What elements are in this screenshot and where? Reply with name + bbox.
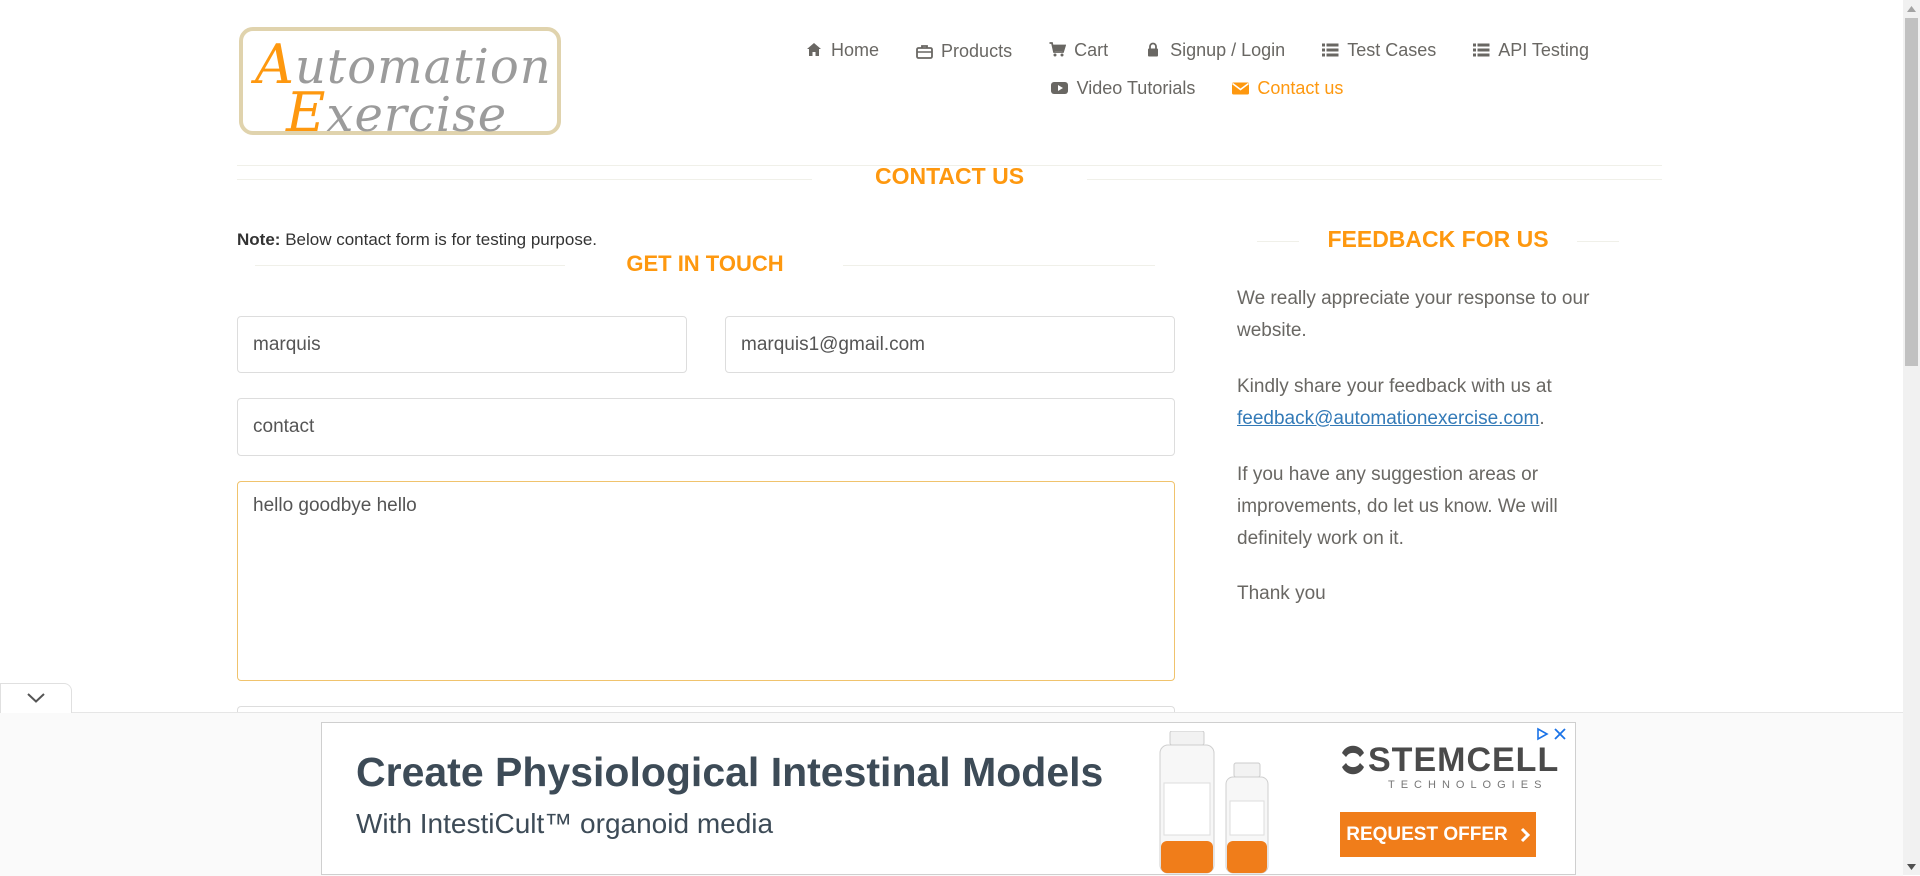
get-in-touch-title: Get In Touch [626,251,784,276]
ad-collapse-toggle[interactable] [0,683,72,713]
home-icon [805,41,823,59]
nav-item-cart[interactable]: Cart [1030,36,1126,63]
title-line-right [1087,179,1662,180]
feedback-paragraph-4: Thank you [1237,583,1326,604]
feedback-paragraph-3: If you have any suggestion areas or impr… [1237,464,1558,549]
main-nav: Home Products Cart Signup / Login Test C… [697,36,1697,100]
page-scrollbar[interactable] [1903,0,1920,875]
site-logo[interactable]: Automation Exercise [239,27,561,144]
lock-icon [1144,41,1162,59]
get-in-touch-line-right [843,265,1155,266]
envelope-icon [1231,79,1249,97]
contact-note: Note: Below contact form is for testing … [237,230,597,249]
ad-subline: With IntestiCult™ organoid media [356,808,774,839]
logo-line-2: Exercise [286,81,508,144]
ad-controls [1533,727,1567,745]
nav-item-contact-us[interactable]: Contact us [1213,76,1361,100]
stemcell-logo-icon [1342,745,1364,775]
nav-row-1: Home Products Cart Signup / Login Test C… [697,36,1697,63]
ad-banner[interactable]: Create Physiological Intestinal Models W… [321,722,1576,875]
title-line-left [237,179,812,180]
product-bottles-image [1159,731,1269,874]
ad-brand-name: STEMCELL [1368,741,1560,779]
feedback-title: Feedback For Us [1327,226,1549,252]
list-icon [1472,41,1490,59]
message-field[interactable]: hello goodbye hello [237,481,1175,681]
ad-headline: Create Physiological Intestinal Models [356,749,1104,795]
nav-item-signup-login[interactable]: Signup / Login [1126,36,1303,63]
nav-item-test-cases[interactable]: Test Cases [1303,36,1454,63]
list-icon [1321,41,1339,59]
feedback-paragraph-1: We really appreciate your response to ou… [1237,288,1590,341]
briefcase-icon [915,42,933,60]
page-title: Contact us [874,163,1025,189]
ad-brand-subtitle: TECHNOLOGIES [1388,779,1548,791]
chevron-down-icon [27,690,45,708]
adchoices-icon[interactable] [1535,727,1549,745]
subject-field[interactable] [237,398,1175,456]
nav-item-products[interactable]: Products [897,36,1030,63]
nav-item-home[interactable]: Home [787,36,897,63]
feedback-email-link[interactable]: feedback@automationexercise.com [1237,408,1539,429]
email-field[interactable] [725,316,1175,373]
feedback-paragraph-2: Kindly share your feedback with us at fee… [1237,376,1552,429]
chevron-right-icon [1520,827,1530,843]
get-in-touch-line-left [255,265,565,266]
scrollbar-thumb[interactable] [1905,18,1918,366]
cart-icon [1048,41,1066,59]
feedback-line-left [1257,241,1299,242]
scroll-up-arrow-icon[interactable] [1906,3,1917,14]
close-icon[interactable] [1553,727,1567,745]
feedback-line-right [1577,241,1619,242]
nav-item-video-tutorials[interactable]: Video Tutorials [1033,76,1214,100]
nav-item-api-testing[interactable]: API Testing [1454,36,1607,63]
nav-row-2: Video Tutorials Contact us [697,76,1697,100]
youtube-icon [1051,79,1069,97]
scroll-down-arrow-icon[interactable] [1906,861,1917,872]
request-offer-button[interactable]: REQUEST OFFER [1340,812,1536,857]
name-field[interactable] [237,316,687,373]
